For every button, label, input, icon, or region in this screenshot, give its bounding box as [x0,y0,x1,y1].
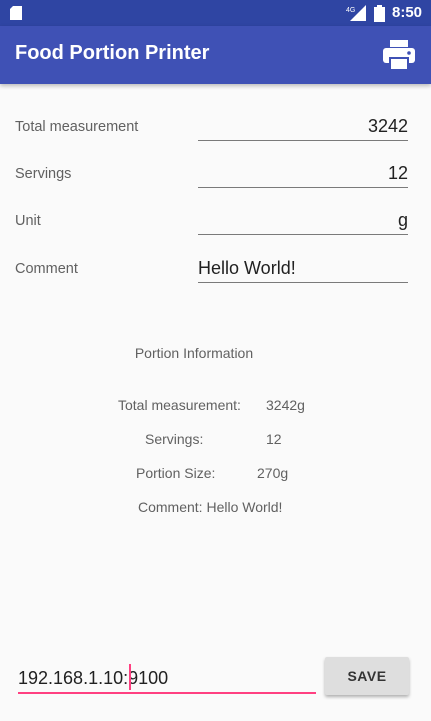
app-bar: Food Portion Printer [0,26,431,84]
info-total-value: 3242g [266,397,305,413]
printer-address-value: 192.168.1.10:9100 [18,668,169,688]
unit-label: Unit [15,213,41,229]
info-total-label: Total measurement: [118,397,241,413]
total-measurement-label: Total measurement [15,119,139,135]
info-servings-value: 12 [266,431,282,447]
servings-label: Servings [15,166,72,182]
text-cursor [129,664,131,690]
info-portion-value: 270g [257,465,289,481]
signal-icon: 4G [346,5,366,21]
total-measurement-input[interactable]: 3242 [198,114,408,141]
info-portion-label: Portion Size: [136,465,216,481]
info-servings-label: Servings: [145,431,204,447]
network-type-label: 4G [346,7,355,14]
comment-label: Comment [15,261,78,277]
comment-input[interactable]: Hello World! [198,256,408,283]
portion-info-title: Portion Information [134,345,254,361]
servings-input[interactable]: 12 [198,161,408,188]
status-bar: 4G 8:50 [0,0,431,26]
status-time: 8:50 [392,4,423,21]
app-title: Food Portion Printer [15,42,210,64]
battery-icon [374,5,385,22]
save-button[interactable]: SAVE [325,657,409,695]
info-comment: Comment: Hello World! [138,499,283,515]
sd-card-icon [10,6,22,20]
unit-input[interactable]: g [198,208,408,235]
printer-address-input[interactable]: 192.168.1.10:9100 [18,664,316,694]
print-button[interactable] [382,39,416,71]
printer-icon [383,40,415,70]
